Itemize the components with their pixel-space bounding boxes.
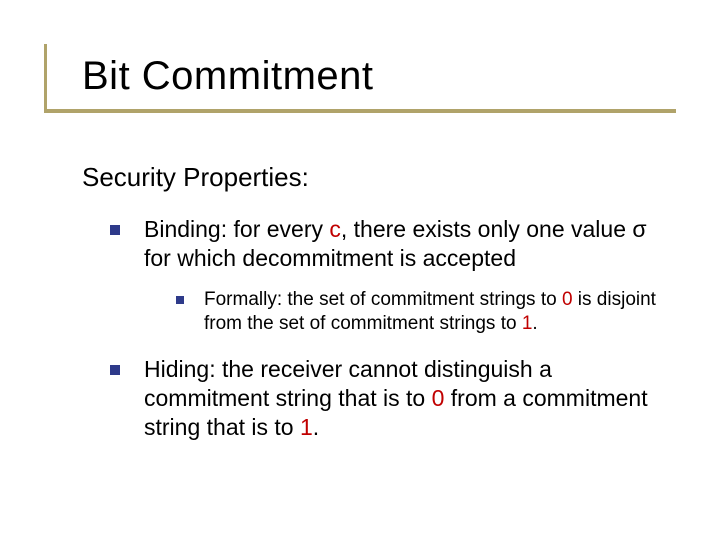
list-item: Formally: the set of commitment strings … <box>176 288 662 337</box>
item-text: for every <box>227 216 329 242</box>
value-one: 1 <box>522 313 533 334</box>
title-decoration <box>44 109 676 113</box>
title-decoration <box>44 44 47 113</box>
variable-c: c <box>329 216 341 242</box>
section-heading: Security Properties: <box>82 162 662 193</box>
slide-title: Bit Commitment <box>82 54 660 99</box>
title-area: Bit Commitment <box>44 44 676 113</box>
slide-body: Security Properties: Binding: for every … <box>82 162 662 461</box>
item-text: Formally: the set of commitment strings … <box>204 289 562 310</box>
item-text: . <box>532 313 537 334</box>
bullet-list: Binding: for every c, there exists only … <box>82 215 662 443</box>
list-item: Binding: for every c, there exists only … <box>110 215 662 337</box>
value-zero: 0 <box>432 385 445 411</box>
slide: Bit Commitment Security Properties: Bind… <box>0 0 720 540</box>
sub-list: Formally: the set of commitment strings … <box>144 288 662 337</box>
value-one: 1 <box>300 414 313 440</box>
item-lead: Hiding: <box>144 356 216 382</box>
item-lead: Binding: <box>144 216 227 242</box>
item-text: . <box>313 414 319 440</box>
list-item: Hiding: the receiver cannot distinguish … <box>110 355 662 443</box>
value-zero: 0 <box>562 289 573 310</box>
title-box: Bit Commitment <box>44 44 676 113</box>
